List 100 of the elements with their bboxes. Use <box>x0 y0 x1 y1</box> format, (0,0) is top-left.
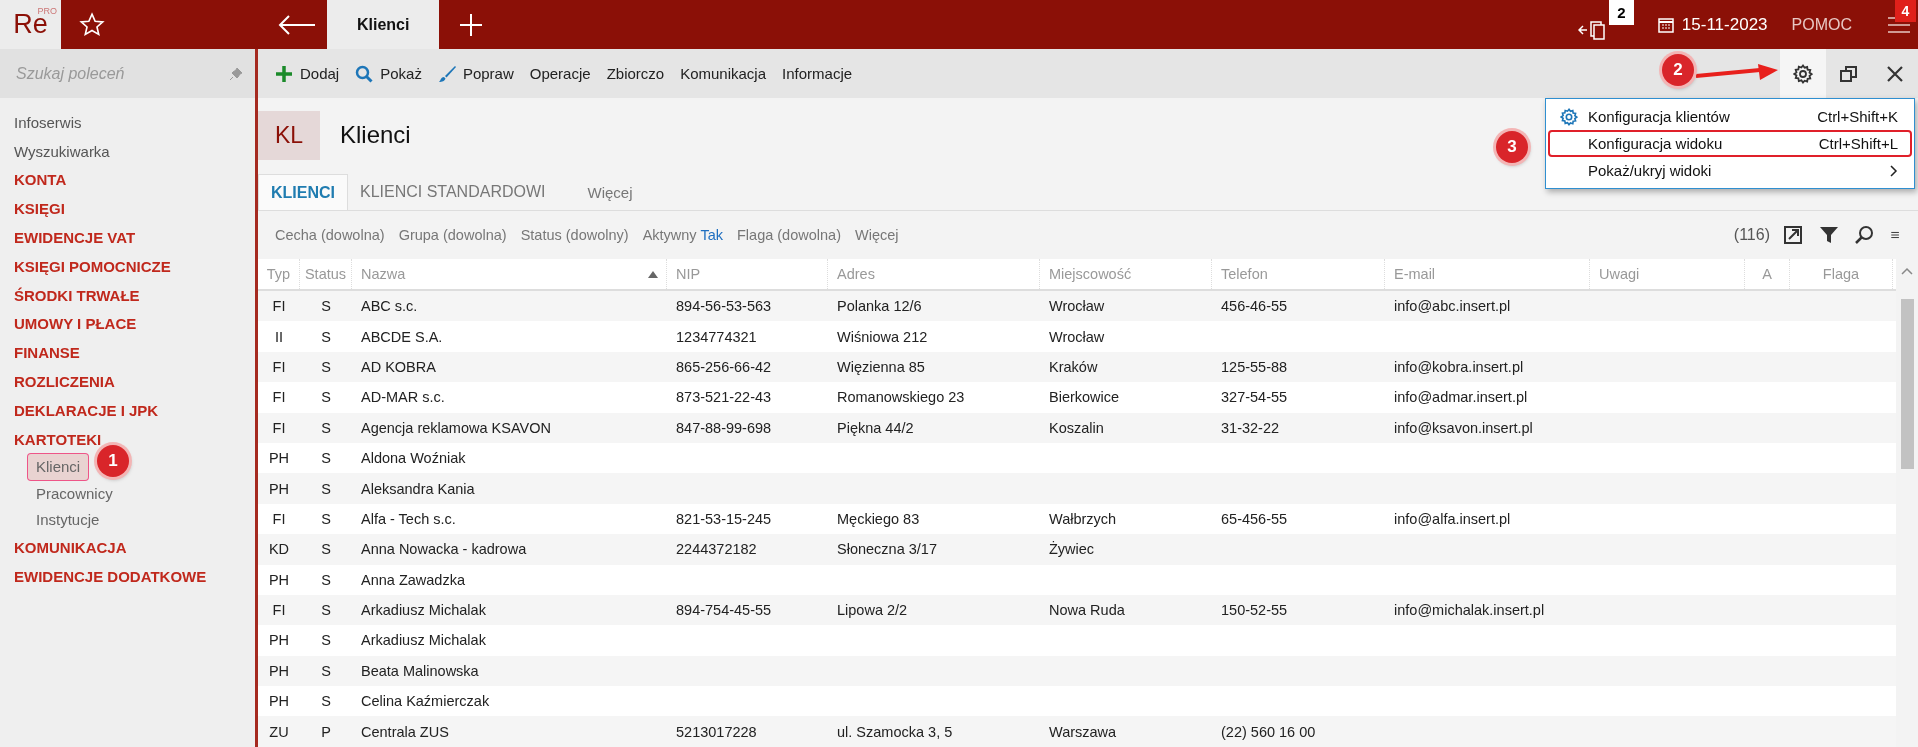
menu-item[interactable]: Konfiguracja widoku Ctrl+Shift+L <box>1548 130 1912 157</box>
star-icon[interactable] <box>79 11 105 38</box>
menu-category[interactable]: EWIDENCJE DODATKOWE <box>14 561 255 591</box>
restore-icon <box>1839 63 1859 84</box>
filter-link[interactable]: Status (dowolny) <box>513 227 636 243</box>
table-cell: 1234774321 <box>676 328 757 345</box>
toolbar-button[interactable]: Komunikacja <box>673 55 774 92</box>
column-header[interactable]: Typ <box>258 259 300 289</box>
chevron-right-icon <box>1890 164 1898 177</box>
table-cell: 894-56-53-563 <box>676 298 772 315</box>
filter-link[interactable]: Więcej <box>847 227 906 243</box>
view-tab[interactable]: Więcej <box>575 174 645 210</box>
column-header[interactable]: Telefon <box>1212 259 1385 289</box>
table-cell: Arkadiusz Michalak <box>361 632 486 649</box>
table-cell: 150-52-55 <box>1221 602 1288 619</box>
table-cell: 456-46-55 <box>1221 298 1288 315</box>
table-cell: Lipowa 2/2 <box>837 602 908 619</box>
table-cell: 31-32-22 <box>1221 419 1280 436</box>
table-cell: ABC s.c. <box>361 298 418 315</box>
menu-category[interactable]: DEKLARACJE I JPK <box>14 395 255 425</box>
filter-link[interactable]: Cecha (dowolna) <box>268 227 392 243</box>
table-cell: S <box>321 541 331 558</box>
filter-link[interactable]: Grupa (dowolna) <box>391 227 514 243</box>
menu-icon[interactable] <box>1888 16 1910 33</box>
table-cell: Kraków <box>1049 358 1098 375</box>
menu-item[interactable]: Instytucje <box>28 506 108 534</box>
toolbar-button[interactable]: Operacje <box>522 55 598 92</box>
table-cell: 873-521-22-43 <box>676 389 772 406</box>
menu-item[interactable]: Pokaż/ukryj widoki <box>1548 157 1912 184</box>
toolbar-button[interactable]: Dodaj <box>268 55 347 92</box>
table-cell: Arkadiusz Michalak <box>361 602 486 619</box>
table-cell: S <box>321 328 331 345</box>
view-tab[interactable]: KLIENCI STANDARDOWI <box>348 174 558 210</box>
table-cell: 865-256-66-42 <box>676 358 772 375</box>
column-header[interactable]: Uwagi <box>1590 259 1745 289</box>
menu-item[interactable]: Klienci <box>28 453 89 481</box>
column-header[interactable]: Adres <box>828 259 1040 289</box>
menu-category[interactable]: KSIĘGI <box>14 194 255 224</box>
command-search-field[interactable]: Szukaj poleceń <box>14 63 229 84</box>
table-cell: PH <box>268 480 290 497</box>
column-header[interactable]: Miejscowość <box>1040 259 1212 289</box>
table-cell: S <box>321 693 331 710</box>
column-header[interactable]: Nazwa <box>352 259 667 289</box>
settings-button[interactable] <box>1780 49 1826 98</box>
table-cell: info@kobra.insert.pl <box>1394 358 1524 375</box>
calendar-icon[interactable] <box>1657 16 1674 33</box>
table-cell: KD <box>268 541 290 558</box>
table-cell: Agencja reklamowa KSAVON <box>361 419 551 436</box>
menu-category[interactable]: EWIDENCJE VAT <box>14 223 255 252</box>
export-icon[interactable] <box>1782 224 1804 246</box>
menu-category[interactable]: KSIĘGI POMOCNICZE <box>14 252 255 281</box>
menu-category[interactable]: ROZLICZENIA <box>14 367 255 396</box>
search-icon <box>355 64 374 83</box>
table-cell: Beata Malinowska <box>361 662 479 679</box>
menu-item[interactable]: Pracownicy <box>28 480 121 507</box>
table-cell: FI <box>272 358 286 375</box>
column-header[interactable]: NIP <box>667 259 828 289</box>
table-cell: S <box>321 358 331 375</box>
table-cell: info@michalak.insert.pl <box>1394 602 1545 619</box>
filter-icon[interactable] <box>1818 224 1840 246</box>
scrollbar-thumb[interactable] <box>1901 299 1914 469</box>
scroll-up-icon[interactable] <box>1901 267 1913 275</box>
current-date[interactable]: 15-11-2023 <box>1681 14 1768 35</box>
menu-item[interactable]: Konfiguracja klientów Ctrl+Shift+K <box>1548 103 1912 130</box>
toolbar-button[interactable]: Zbiorczo <box>599 55 672 92</box>
view-tab[interactable]: KLIENCI <box>258 174 348 210</box>
table-cell: 125-55-88 <box>1221 358 1288 375</box>
menu-category[interactable]: KOMUNIKACJA <box>14 533 255 562</box>
menu-category[interactable]: ŚRODKI TRWAŁE <box>14 280 255 310</box>
column-header[interactable]: Status <box>300 259 352 289</box>
table-cell: 847-88-99-698 <box>676 419 772 436</box>
filter-link[interactable]: Flaga (dowolna) <box>730 227 848 243</box>
help-link[interactable]: POMOC <box>1791 15 1852 34</box>
table-cell: P <box>321 723 331 740</box>
filter-link[interactable]: Aktywny Tak <box>635 227 730 243</box>
column-header[interactable]: A <box>1745 259 1790 289</box>
table-cell: Więzienna 85 <box>837 358 925 375</box>
back-arrow-icon[interactable] <box>277 13 317 36</box>
search-icon[interactable] <box>1854 224 1876 246</box>
menu-link[interactable]: Wyszukiwarka <box>14 136 255 166</box>
document-tab[interactable]: Klienci <box>327 0 440 49</box>
table-cell: Wiśniowa 212 <box>837 328 928 345</box>
plus-icon[interactable] <box>459 12 484 37</box>
table-cell: PH <box>268 632 290 649</box>
column-header[interactable]: E-mail <box>1385 259 1590 289</box>
toolbar-button[interactable]: Popraw <box>430 55 521 92</box>
column-header[interactable]: Flaga <box>1790 259 1893 289</box>
toolbar-button[interactable]: Pokaż <box>348 55 429 92</box>
menu-category[interactable]: FINANSE <box>14 338 255 368</box>
menu-link[interactable]: Infoserwis <box>14 108 255 137</box>
table-cell: (22) 560 16 00 <box>1221 723 1316 740</box>
table-cell: Anna Zawadzka <box>361 571 465 588</box>
brush-icon <box>437 64 456 83</box>
table-cell: Anna Nowacka - kadrowa <box>361 541 527 558</box>
table-cell: 821-53-15-245 <box>676 510 772 527</box>
table-cell: info@alfa.insert.pl <box>1394 510 1511 527</box>
menu-category[interactable]: UMOWY I PŁACE <box>14 309 255 339</box>
menu-category[interactable]: KONTA <box>14 165 255 195</box>
toolbar-button[interactable]: Informacje <box>775 55 860 92</box>
search-bar[interactable]: Szukaj poleceń <box>0 49 255 98</box>
